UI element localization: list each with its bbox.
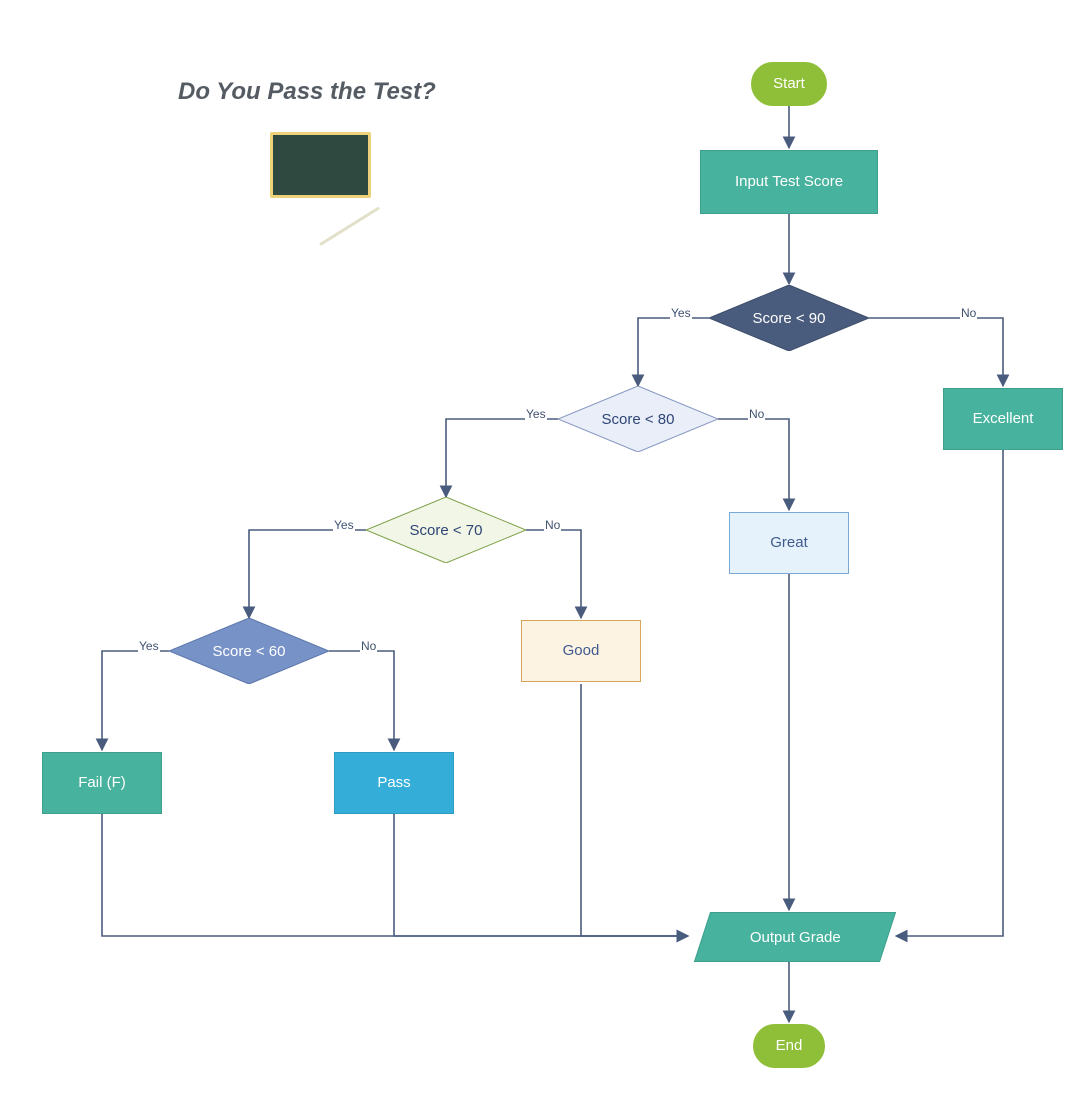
- end-label: End: [776, 1037, 803, 1055]
- edge-d90-no: No: [960, 306, 977, 320]
- decision-60-label: Score < 60: [213, 643, 286, 660]
- fail-label: Fail (F): [78, 774, 126, 792]
- pass-label: Pass: [377, 774, 410, 792]
- fail-node: Fail (F): [42, 752, 162, 814]
- output-label: Output Grade: [750, 929, 841, 946]
- flow-arrows: [0, 0, 1084, 1107]
- edge-d70-no: No: [544, 518, 561, 532]
- decision-score-70: Score < 70: [366, 497, 526, 563]
- flowchart-canvas: Do You Pass the Test?: [0, 0, 1084, 1107]
- start-label: Start: [773, 75, 805, 93]
- great-node: Great: [729, 512, 849, 574]
- great-label: Great: [770, 534, 808, 552]
- start-node: Start: [751, 62, 827, 106]
- end-node: End: [753, 1024, 825, 1068]
- edge-d90-yes: Yes: [670, 306, 692, 320]
- excellent-node: Excellent: [943, 388, 1063, 450]
- decision-80-label: Score < 80: [602, 411, 675, 428]
- decision-90-label: Score < 90: [753, 310, 826, 327]
- decision-score-80: Score < 80: [558, 386, 718, 452]
- good-label: Good: [563, 642, 600, 660]
- decision-70-label: Score < 70: [410, 522, 483, 539]
- edge-d60-yes: Yes: [138, 639, 160, 653]
- edge-d70-yes: Yes: [333, 518, 355, 532]
- good-node: Good: [521, 620, 641, 682]
- input-label: Input Test Score: [735, 173, 843, 191]
- decision-score-90: Score < 90: [709, 285, 869, 351]
- pass-node: Pass: [334, 752, 454, 814]
- input-node: Input Test Score: [700, 150, 878, 214]
- edge-d80-no: No: [748, 407, 765, 421]
- edge-d60-no: No: [360, 639, 377, 653]
- decision-score-60: Score < 60: [169, 618, 329, 684]
- output-node: Output Grade: [694, 912, 896, 962]
- edge-d80-yes: Yes: [525, 407, 547, 421]
- excellent-label: Excellent: [973, 410, 1034, 428]
